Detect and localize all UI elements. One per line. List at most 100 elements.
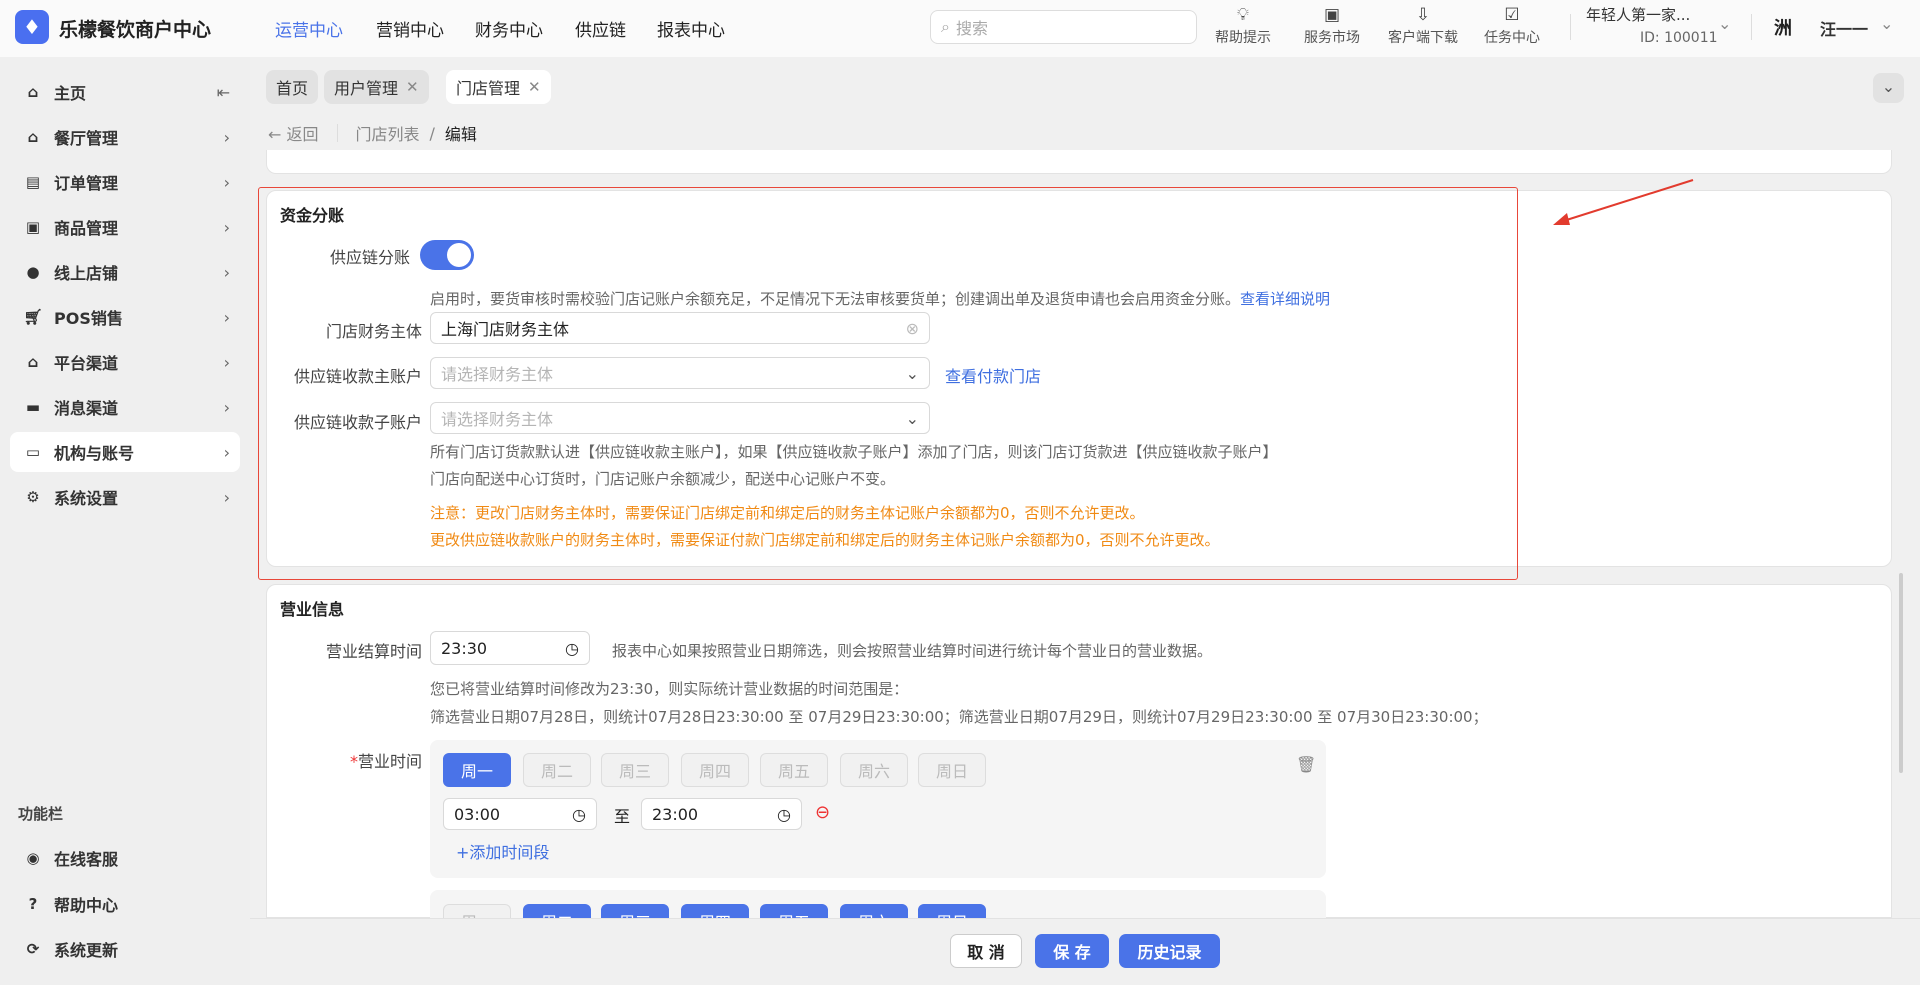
headset-icon: ◉ xyxy=(26,849,40,867)
input-value: 23:30 xyxy=(441,638,488,658)
chevron-right-icon: › xyxy=(223,352,230,372)
sidebar-item-update[interactable]: ⟳ 系统更新 xyxy=(10,929,240,969)
sidebar-item-orders[interactable]: ▤ 订单管理 › xyxy=(10,162,240,202)
sidebar-item-platform[interactable]: ⌂ 平台渠道 › xyxy=(10,342,240,382)
remove-period-icon[interactable]: ⊖ xyxy=(815,802,830,823)
chevron-down-icon[interactable]: ⌄ xyxy=(1880,14,1893,33)
add-period-link[interactable]: +添加时间段 xyxy=(456,839,549,863)
app-title: 乐檬餐饮商户中心 xyxy=(59,19,212,41)
tab-label: 门店管理 xyxy=(456,79,521,98)
sidebar-item-restaurant[interactable]: ⌂ 餐厅管理 › xyxy=(10,117,240,157)
section-title: 营业信息 xyxy=(280,600,345,619)
nav-marketing[interactable]: 营销中心 xyxy=(376,16,444,41)
client-download-button[interactable]: ⇩ 客户端下载 xyxy=(1378,5,1468,47)
history-button[interactable]: 历史记录 xyxy=(1119,934,1220,968)
task-center-button[interactable]: ☑ 任务中心 xyxy=(1467,5,1557,47)
sidebar-item-settings[interactable]: ⚙ 系统设置 › xyxy=(10,477,240,517)
avatar[interactable]: 洲 xyxy=(1774,14,1804,44)
breadcrumb-store-list[interactable]: 门店列表 xyxy=(356,121,420,145)
clear-icon[interactable]: ⊗ xyxy=(906,319,919,338)
to-label: 至 xyxy=(614,807,631,826)
input-value: 23:00 xyxy=(652,804,699,824)
save-button[interactable]: 保 存 xyxy=(1035,934,1109,968)
nav-operations[interactable]: 运营中心 xyxy=(275,16,343,41)
breadcrumb: ← 返回 门店列表 / 编辑 xyxy=(268,121,477,145)
tabs-dropdown-button[interactable]: ⌄ xyxy=(1873,73,1904,103)
day-toggle[interactable]: 周一 xyxy=(443,904,511,918)
search-input[interactable]: ⌕ 搜索 xyxy=(930,10,1197,44)
divider xyxy=(336,124,338,142)
sidebar-item-products[interactable]: ▣ 商品管理 › xyxy=(10,207,240,247)
tab-user-management[interactable]: 用户管理 ✕ xyxy=(324,70,429,104)
sidebar-item-home[interactable]: ⌂ 主页 ⇤ xyxy=(10,72,240,112)
tab-home[interactable]: 首页 xyxy=(266,70,319,104)
order-icon: ▤ xyxy=(25,173,41,191)
app-logo-icon: ♦ xyxy=(15,10,49,44)
day-toggle[interactable]: 周六 xyxy=(840,904,908,918)
chevron-right-icon: › xyxy=(223,307,230,327)
bag-icon: ▣ xyxy=(1323,5,1341,25)
scrollbar[interactable] xyxy=(1895,153,1907,918)
nav-reports[interactable]: 报表中心 xyxy=(657,16,725,41)
service-market-button[interactable]: ▣ 服务市场 xyxy=(1287,5,1377,47)
sidebar-item-help[interactable]: ? 帮助中心 xyxy=(10,884,240,924)
sidebar-item-support[interactable]: ◉ 在线客服 xyxy=(10,838,240,878)
sub-account-select[interactable]: 请选择财务主体 ⌄ xyxy=(430,402,930,434)
view-detail-link[interactable]: 查看详细说明 xyxy=(1240,290,1330,308)
day-toggle[interactable]: 周三 xyxy=(601,753,669,787)
day-toggle[interactable]: 周二 xyxy=(523,753,591,787)
start-time-input[interactable]: 03:00 ◷ xyxy=(443,798,597,830)
view-pay-stores-link[interactable]: 查看付款门店 xyxy=(945,363,1041,387)
section-title: 资金分账 xyxy=(280,206,345,225)
sidebar-item-label: POS销售 xyxy=(54,309,123,328)
chevron-right-icon: › xyxy=(223,262,230,282)
sidebar-item-label: 系统设置 xyxy=(54,489,119,508)
chevron-down-icon[interactable]: ⌄ xyxy=(1718,14,1731,33)
day-toggle[interactable]: 周五 xyxy=(760,753,828,787)
clock-icon: ◷ xyxy=(572,804,586,824)
collapse-sidebar-icon[interactable]: ⇤ xyxy=(217,83,230,102)
back-link[interactable]: ← 返回 xyxy=(268,121,319,145)
sidebar-item-org-accounts[interactable]: ▭ 机构与账号 › xyxy=(10,432,240,472)
day-toggle[interactable]: 周六 xyxy=(840,753,908,787)
main-account-select[interactable]: 请选择财务主体 ⌄ xyxy=(430,357,930,389)
store-name[interactable]: 年轻人第一家... xyxy=(1586,4,1690,25)
nav-finance[interactable]: 财务中心 xyxy=(475,16,543,41)
chevron-right-icon: › xyxy=(223,127,230,147)
day-toggle[interactable]: 周四 xyxy=(681,753,749,787)
store-finance-entity-input[interactable]: 上海门店财务主体 ⊗ xyxy=(430,312,930,344)
input-value: 03:00 xyxy=(454,804,501,824)
cancel-button[interactable]: 取 消 xyxy=(950,934,1022,968)
help-tips-button[interactable]: 💡︎ 帮助提示 xyxy=(1198,5,1288,47)
sidebar-item-label: 商品管理 xyxy=(54,219,119,238)
sidebar-item-pos[interactable]: 🛒︎ POS销售 › xyxy=(10,297,240,337)
day-toggle[interactable]: 周五 xyxy=(760,904,828,918)
supply-chain-split-toggle[interactable] xyxy=(420,240,474,270)
sidebar-item-online-store[interactable]: ● 线上店铺 › xyxy=(10,252,240,292)
close-icon[interactable]: ✕ xyxy=(406,78,419,96)
input-value: 上海门店财务主体 xyxy=(441,320,570,339)
select-placeholder: 请选择财务主体 xyxy=(441,410,554,429)
field-label: 供应链分账 xyxy=(329,248,410,267)
user-name[interactable]: 汪一一 xyxy=(1820,16,1868,40)
toggle-hint: 启用时，要货审核时需校验门店记账户余额充足，不足情况下无法审核要货单；创建调出单… xyxy=(430,290,1331,308)
day-toggle[interactable]: 周日 xyxy=(918,753,986,787)
day-toggle[interactable]: 周日 xyxy=(918,904,986,918)
close-icon[interactable]: ✕ xyxy=(528,78,541,96)
settle-time-input[interactable]: 23:30 ◷ xyxy=(430,631,590,665)
sidebar-item-messages[interactable]: ▬ 消息渠道 › xyxy=(10,387,240,427)
field-label: 门店财务主体 xyxy=(325,322,422,341)
end-time-input[interactable]: 23:00 ◷ xyxy=(641,798,802,830)
day-toggle[interactable]: 周四 xyxy=(681,904,749,918)
trash-icon[interactable]: 🗑︎ xyxy=(1296,755,1316,774)
breadcrumb-separator: / xyxy=(429,123,435,143)
tool-label: 任务中心 xyxy=(1484,30,1540,46)
day-toggle[interactable]: 周二 xyxy=(523,904,591,918)
tab-store-management[interactable]: 门店管理 ✕ xyxy=(446,70,551,104)
nav-supply-chain[interactable]: 供应链 xyxy=(575,16,626,41)
globe-icon: ● xyxy=(26,263,40,281)
day-toggle[interactable]: 周一 xyxy=(443,753,511,787)
sidebar-item-label: 机构与账号 xyxy=(54,444,135,463)
field-label: 供应链收款子账户 xyxy=(293,413,422,432)
day-toggle[interactable]: 周三 xyxy=(601,904,669,918)
